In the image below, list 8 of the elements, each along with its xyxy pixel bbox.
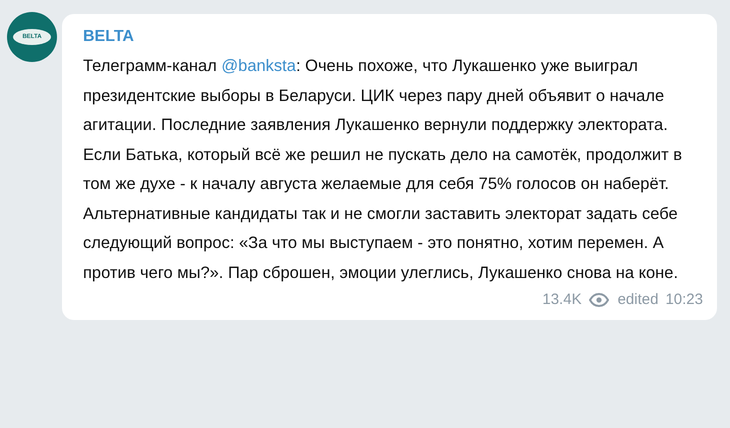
sender-name[interactable]: BELTA xyxy=(83,26,703,48)
view-count: 13.4K xyxy=(542,290,582,310)
edited-label: edited xyxy=(618,290,658,310)
channel-link[interactable]: @banksta xyxy=(221,57,296,75)
message-text: Телеграмм-канал @banksta: Очень похоже, что Лукашенко уже выиграл президентские выборы в Беларуси. ЦИК через пару дней объявит о начале агитации. Последние заявления Лукашенко вернули поддержку электората. Если Батька, который всё же решил не пускать дело на самотёк, продолжит в том же духе - к началу августа желаемые для себя 75% голосов он наберёт. xyxy=(83,56,684,195)
message-time: 10:23 xyxy=(665,290,703,310)
eye-icon xyxy=(588,293,609,307)
message-text: Альтернативные кандидаты так и не смогли заставить электорат задать себе следующий вопрос: «За что мы выступаем - это понятно, хотим перемен. А против чего мы?». Пар сброшен, эмоции улеглись, Лукашенко снова на коне. xyxy=(83,204,680,284)
